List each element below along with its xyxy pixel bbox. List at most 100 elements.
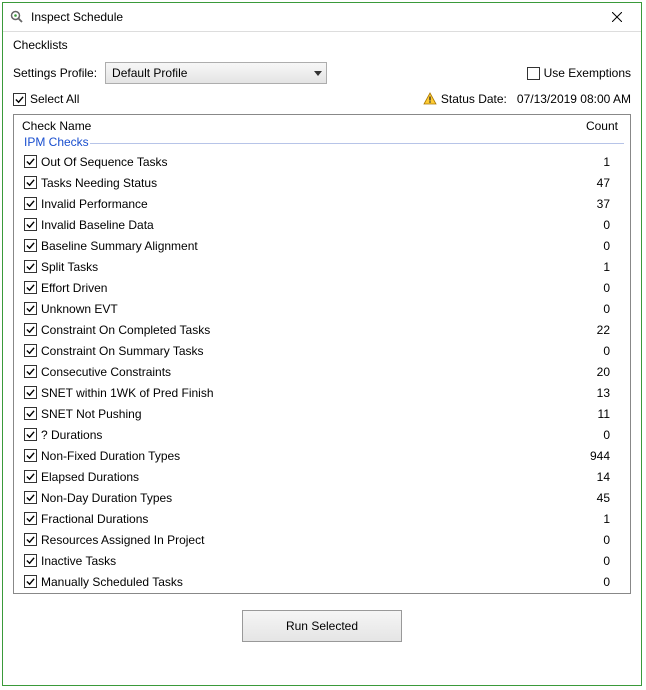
check-row[interactable]: Effort Driven0 [14,277,630,298]
check-row-checkbox[interactable] [24,323,37,336]
check-row[interactable]: Consecutive Constraints20 [14,361,630,382]
check-row-checkbox[interactable] [24,155,37,168]
check-row[interactable]: Multiple Calendars0 [14,592,630,593]
check-row-count: 47 [556,176,624,190]
check-row-count: 1 [556,512,624,526]
check-row-count: 13 [556,386,624,400]
check-row-checkbox[interactable] [24,386,37,399]
select-all-checkbox[interactable]: Select All [13,92,79,106]
select-all-row: Select All Status Date: 07/13/2019 08:00… [3,90,641,110]
check-row[interactable]: Constraint On Completed Tasks22 [14,319,630,340]
check-row-label: SNET Not Pushing [37,407,556,421]
use-exemptions-checkbox[interactable]: Use Exemptions [527,66,631,80]
check-row-count: 11 [556,407,624,421]
check-row-count: 0 [556,239,624,253]
list-header: Check Name Count [14,115,630,135]
check-row-label: Split Tasks [37,260,556,274]
use-exemptions-label: Use Exemptions [544,66,631,80]
check-row-checkbox[interactable] [24,302,37,315]
checkbox-box [527,67,540,80]
check-row-checkbox[interactable] [24,407,37,420]
check-row-checkbox[interactable] [24,281,37,294]
check-row-checkbox[interactable] [24,554,37,567]
check-row-count: 0 [556,428,624,442]
check-row-count: 0 [556,575,624,589]
check-row-label: Invalid Baseline Data [37,218,556,232]
check-row-label: Non-Day Duration Types [37,491,556,505]
check-row-count: 944 [556,449,624,463]
check-row-checkbox[interactable] [24,197,37,210]
check-row-label: Inactive Tasks [37,554,556,568]
check-row-count: 1 [556,155,624,169]
check-row-label: ? Durations [37,428,556,442]
settings-profile-dropdown[interactable]: Default Profile [105,62,327,84]
check-row-label: SNET within 1WK of Pred Finish [37,386,556,400]
check-row[interactable]: Non-Day Duration Types45 [14,487,630,508]
list-body[interactable]: Out Of Sequence Tasks1Tasks Needing Stat… [14,151,630,593]
check-row[interactable]: Invalid Performance37 [14,193,630,214]
run-selected-button[interactable]: Run Selected [242,610,402,642]
check-row-count: 0 [556,281,624,295]
check-row-checkbox[interactable] [24,176,37,189]
check-row[interactable]: Constraint On Summary Tasks0 [14,340,630,361]
check-row[interactable]: SNET within 1WK of Pred Finish13 [14,382,630,403]
check-row[interactable]: Invalid Baseline Data0 [14,214,630,235]
check-row-label: Non-Fixed Duration Types [37,449,556,463]
check-row[interactable]: Tasks Needing Status47 [14,172,630,193]
warning-icon [423,92,437,106]
check-row-label: Fractional Durations [37,512,556,526]
check-row[interactable]: Baseline Summary Alignment0 [14,235,630,256]
check-row[interactable]: ? Durations0 [14,424,630,445]
check-row[interactable]: Resources Assigned In Project0 [14,529,630,550]
status-date-label: Status Date: [441,92,507,106]
check-row[interactable]: Unknown EVT0 [14,298,630,319]
check-row-checkbox[interactable] [24,533,37,546]
check-row-count: 0 [556,344,624,358]
check-row-count: 0 [556,218,624,232]
check-row-checkbox[interactable] [24,365,37,378]
check-row-checkbox[interactable] [24,344,37,357]
check-row-checkbox[interactable] [24,260,37,273]
settings-profile-label: Settings Profile: [13,66,97,80]
select-all-label: Select All [30,92,79,106]
check-row-count: 22 [556,323,624,337]
check-row-count: 37 [556,197,624,211]
check-row-checkbox[interactable] [24,575,37,588]
column-header-count: Count [548,119,624,133]
group-divider [90,143,624,144]
column-header-name: Check Name [20,119,548,133]
check-row[interactable]: Split Tasks1 [14,256,630,277]
check-row-label: Elapsed Durations [37,470,556,484]
check-row-label: Unknown EVT [37,302,556,316]
chevron-down-icon [314,66,322,80]
close-icon [612,12,622,22]
check-row-checkbox[interactable] [24,239,37,252]
app-icon [9,9,25,25]
check-row-count: 0 [556,554,624,568]
section-header: Checklists [3,32,641,60]
check-row-label: Tasks Needing Status [37,176,556,190]
check-row-checkbox[interactable] [24,512,37,525]
check-row[interactable]: Fractional Durations1 [14,508,630,529]
check-row[interactable]: SNET Not Pushing11 [14,403,630,424]
title-bar: Inspect Schedule [3,3,641,32]
inspect-schedule-window: Inspect Schedule Checklists Settings Pro… [2,2,642,686]
settings-row: Settings Profile: Default Profile Use Ex… [3,60,641,90]
check-row-checkbox[interactable] [24,449,37,462]
check-row[interactable]: Elapsed Durations14 [14,466,630,487]
check-row[interactable]: Manually Scheduled Tasks0 [14,571,630,592]
check-row-count: 1 [556,260,624,274]
check-row[interactable]: Inactive Tasks0 [14,550,630,571]
status-date-value: 07/13/2019 08:00 AM [517,92,631,106]
check-row-checkbox[interactable] [24,470,37,483]
check-row-count: 14 [556,470,624,484]
window-title: Inspect Schedule [31,10,599,24]
check-row-checkbox[interactable] [24,218,37,231]
check-row-checkbox[interactable] [24,491,37,504]
check-row[interactable]: Out Of Sequence Tasks1 [14,151,630,172]
settings-profile-value: Default Profile [112,66,187,80]
check-row-checkbox[interactable] [24,428,37,441]
window-close-button[interactable] [599,3,635,31]
check-row[interactable]: Non-Fixed Duration Types944 [14,445,630,466]
check-row-label: Resources Assigned In Project [37,533,556,547]
